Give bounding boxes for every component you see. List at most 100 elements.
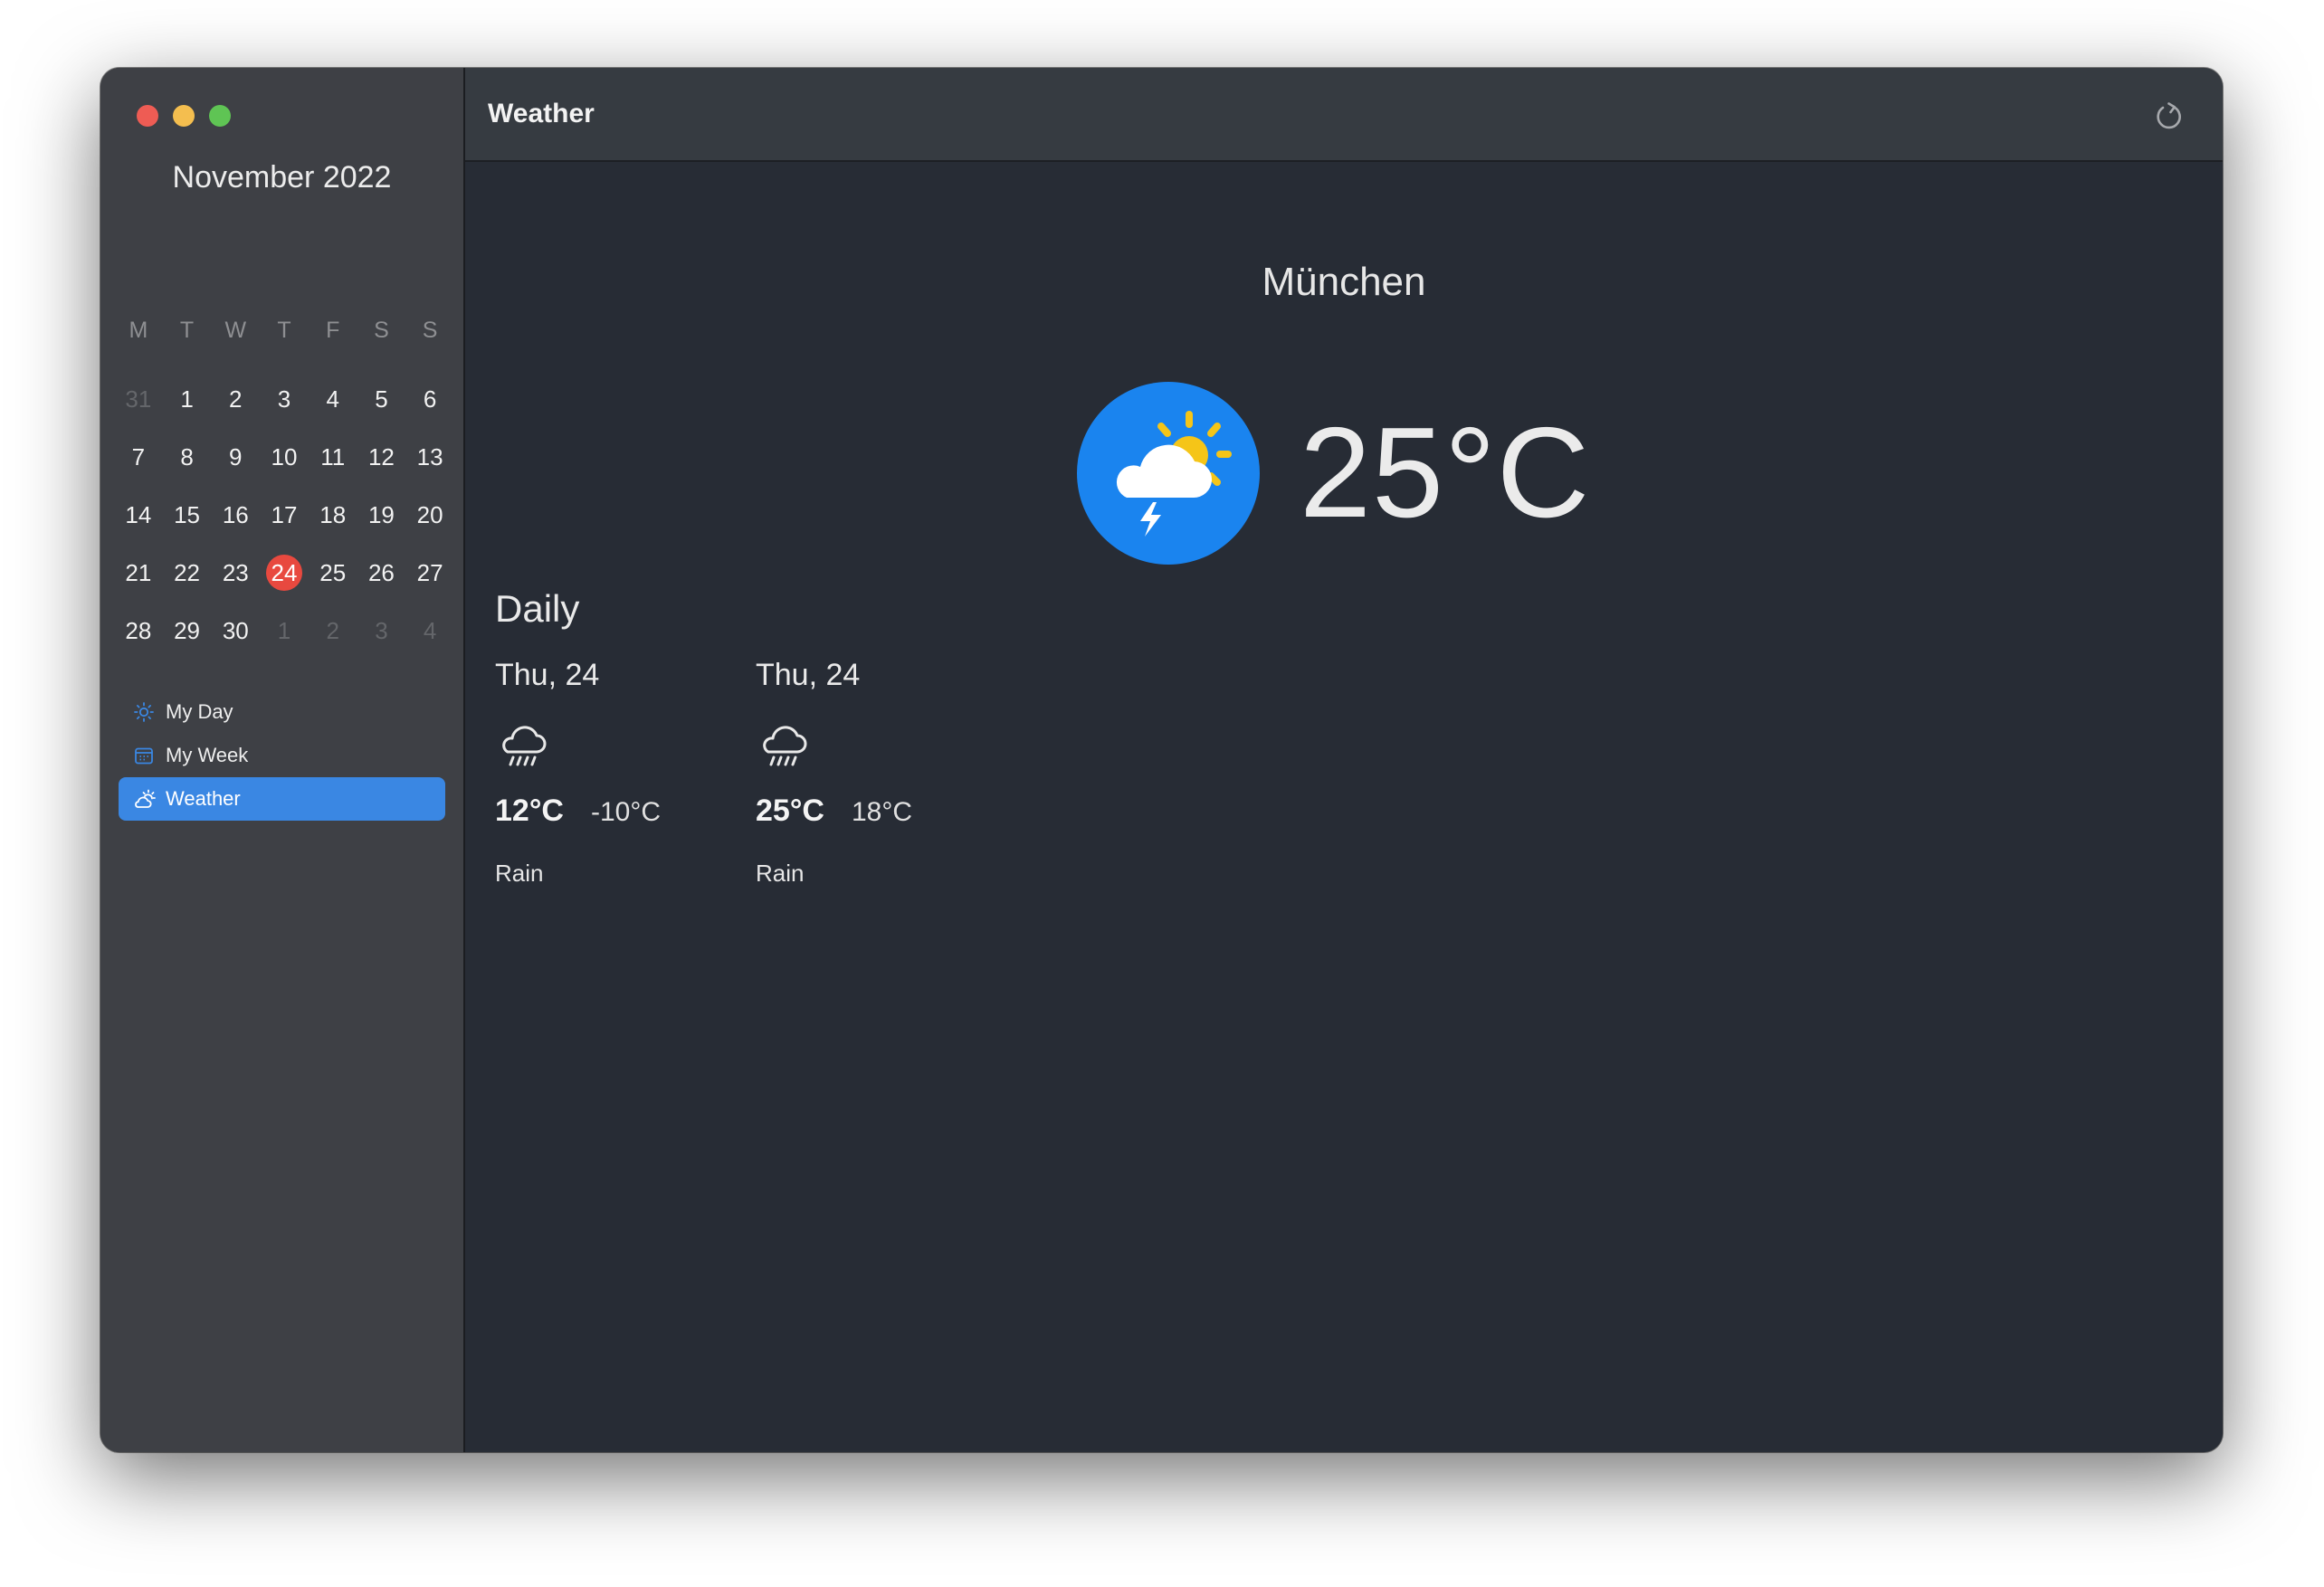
calendar-day[interactable]: 26 bbox=[357, 544, 406, 602]
calendar-day[interactable]: 1 bbox=[163, 370, 212, 428]
calendar-day-number: 4 bbox=[423, 617, 437, 644]
forecast-date: Thu, 24 bbox=[756, 658, 861, 692]
close-button[interactable] bbox=[137, 105, 158, 127]
calendar-day-number: 31 bbox=[125, 385, 152, 413]
calendar-day[interactable]: 11 bbox=[309, 428, 357, 486]
calendar-day[interactable]: 9 bbox=[211, 428, 260, 486]
cloud-rain-icon bbox=[495, 717, 551, 774]
calendar-day[interactable]: 16 bbox=[211, 486, 260, 544]
calendar-day[interactable]: 27 bbox=[405, 544, 454, 602]
calendar-day[interactable]: 21 bbox=[114, 544, 163, 602]
calendar-day[interactable]: 14 bbox=[114, 486, 163, 544]
page-title: Weather bbox=[488, 99, 595, 128]
sidebar-nav: My Day My Week Weather bbox=[119, 690, 445, 821]
minimize-button[interactable] bbox=[173, 105, 195, 127]
calendar-day-number: 30 bbox=[222, 617, 249, 644]
weekday-label: S bbox=[422, 318, 438, 343]
calendar-day-number: 12 bbox=[367, 443, 395, 470]
calendar-day-number: 23 bbox=[222, 559, 249, 586]
sidebar-item-label: Weather bbox=[166, 787, 241, 810]
calendar-day-number: 1 bbox=[180, 385, 194, 413]
refresh-icon bbox=[2157, 102, 2181, 129]
weekday-label: S bbox=[374, 318, 389, 343]
weekday-label: F bbox=[326, 318, 340, 343]
sidebar-item-my-day[interactable]: My Day bbox=[119, 690, 445, 734]
calendar-day[interactable]: 30 bbox=[211, 602, 260, 660]
forecast-low: -10°C bbox=[590, 797, 661, 827]
calendar-day-number: 22 bbox=[174, 559, 201, 586]
sidebar-item-my-week[interactable]: My Week bbox=[119, 734, 445, 777]
calendar-day-number: 28 bbox=[125, 617, 152, 644]
forecast-low: 18°C bbox=[851, 797, 912, 827]
zoom-button[interactable] bbox=[209, 105, 231, 127]
calendar-day[interactable]: 2 bbox=[211, 370, 260, 428]
calendar-day-number: 25 bbox=[319, 559, 347, 586]
calendar-day-number: 13 bbox=[416, 443, 443, 470]
calendar-day[interactable]: 1 bbox=[260, 602, 309, 660]
calendar-day[interactable]: 25 bbox=[309, 544, 357, 602]
calendar-day[interactable]: 13 bbox=[405, 428, 454, 486]
calendar-day-today[interactable]: 24 bbox=[260, 544, 309, 602]
calendar-day-number: 19 bbox=[367, 501, 395, 528]
calendar-day[interactable]: 22 bbox=[163, 544, 212, 602]
calendar-day[interactable]: 29 bbox=[163, 602, 212, 660]
calendar-day[interactable]: 15 bbox=[163, 486, 212, 544]
sidebar-item-label: My Week bbox=[166, 744, 249, 766]
calendar-day[interactable]: 17 bbox=[260, 486, 309, 544]
calendar-day[interactable]: 12 bbox=[357, 428, 406, 486]
calendar-day[interactable]: 8 bbox=[163, 428, 212, 486]
calendar-day-number: 24 bbox=[265, 555, 302, 591]
weekday-label: T bbox=[179, 318, 195, 343]
calendar-day-number: 5 bbox=[375, 385, 388, 413]
calendar-month-title: November 2022 bbox=[172, 160, 392, 195]
current-conditions: 25°C bbox=[1077, 382, 1590, 565]
calendar-day-number: 21 bbox=[125, 559, 152, 586]
daily-forecast-card: Thu, 24 12°C -10°C Rain bbox=[495, 658, 730, 888]
calendar-day[interactable]: 5 bbox=[357, 370, 406, 428]
sidebar-item-weather[interactable]: Weather bbox=[119, 777, 445, 821]
calendar-day-number: 6 bbox=[423, 385, 437, 413]
calendar-day-number: 29 bbox=[174, 617, 201, 644]
calendar-weekday-header: M T W T F S S bbox=[114, 312, 454, 348]
calendar-day[interactable]: 6 bbox=[405, 370, 454, 428]
calendar-day[interactable]: 3 bbox=[260, 370, 309, 428]
calendar-day[interactable]: 3 bbox=[357, 602, 406, 660]
calendar-day[interactable]: 10 bbox=[260, 428, 309, 486]
calendar-day[interactable]: 28 bbox=[114, 602, 163, 660]
calendar-day-number: 14 bbox=[125, 501, 152, 528]
weather-panel: München 25°C Daily Thu, 24 12°C -10°C Ra… bbox=[465, 162, 2223, 1452]
calendar-day[interactable]: 31 bbox=[114, 370, 163, 428]
app-window: November 2022 M T W T F S S 31 1 2 3 4 5 6 7 8 9 1… bbox=[100, 68, 2223, 1452]
calendar-day-number: 26 bbox=[367, 559, 395, 586]
window-controls bbox=[137, 105, 231, 127]
daily-forecast-card: Thu, 24 25°C 18°C Rain bbox=[756, 658, 991, 888]
calendar-day[interactable]: 20 bbox=[405, 486, 454, 544]
daily-section-title: Daily bbox=[495, 587, 580, 630]
calendar-day[interactable]: 4 bbox=[405, 602, 454, 660]
calendar-day-number: 15 bbox=[174, 501, 201, 528]
calendar-day-number: 2 bbox=[326, 617, 339, 644]
calendar-day-number: 18 bbox=[319, 501, 347, 528]
weekday-label: W bbox=[224, 318, 247, 343]
calendar-day-number: 9 bbox=[229, 443, 243, 470]
city-name: München bbox=[1262, 260, 1426, 304]
calendar-day[interactable]: 2 bbox=[309, 602, 357, 660]
calendar-day-number: 27 bbox=[416, 559, 443, 586]
calendar-day[interactable]: 19 bbox=[357, 486, 406, 544]
calendar-day[interactable]: 23 bbox=[211, 544, 260, 602]
calendar-day[interactable]: 4 bbox=[309, 370, 357, 428]
calendar-day-number: 2 bbox=[229, 385, 243, 413]
forecast-high: 25°C bbox=[756, 794, 824, 828]
cloud-rain-icon bbox=[756, 717, 812, 774]
calendar-day-number: 20 bbox=[416, 501, 443, 528]
calendar-day-number: 3 bbox=[375, 617, 388, 644]
calendar-day-number: 10 bbox=[271, 443, 298, 470]
cloud-sun-icon bbox=[131, 786, 157, 812]
current-temperature: 25°C bbox=[1300, 401, 1591, 545]
refresh-button[interactable] bbox=[2150, 99, 2186, 135]
forecast-high: 12°C bbox=[495, 794, 564, 828]
calendar-day[interactable]: 7 bbox=[114, 428, 163, 486]
calendar-day[interactable]: 18 bbox=[309, 486, 357, 544]
weekday-label: T bbox=[277, 318, 291, 343]
forecast-condition: Rain bbox=[756, 860, 805, 887]
